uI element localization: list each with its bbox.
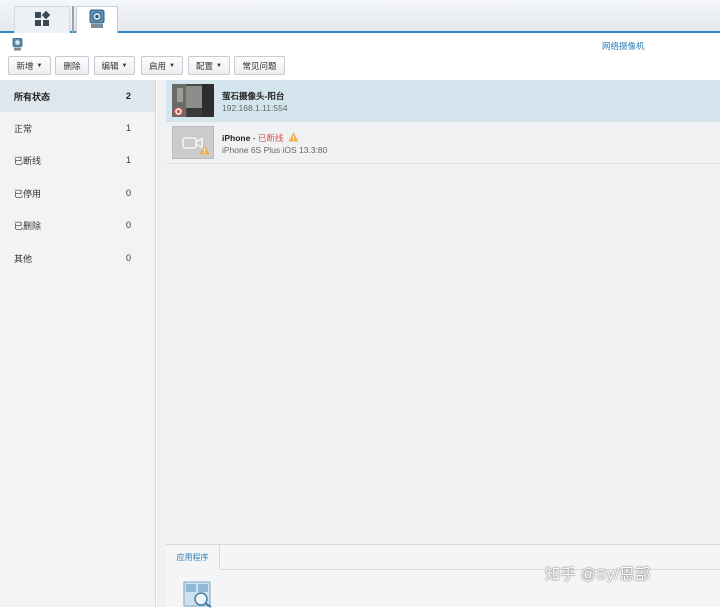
camera-offline-thumbnail: [172, 126, 214, 159]
enable-button-label: 启用: [149, 60, 167, 71]
chevron-down-icon: ▼: [216, 62, 222, 69]
delete-button-label: 删除: [63, 60, 81, 71]
warning-icon: [199, 145, 210, 157]
sidebar-item-count: 1: [126, 155, 132, 165]
edit-button[interactable]: 编辑 ▼: [94, 56, 135, 75]
apps-grid-icon: [34, 10, 51, 29]
sidebar-item-label: 其他: [14, 253, 33, 264]
camera-row[interactable]: iPhone - 已断线 iPhone 6S Plus iOS 13.3:80: [166, 122, 720, 164]
watermark: 知乎 @Sy/恩部: [545, 566, 651, 583]
camera-app-icon: [88, 9, 106, 31]
title-separator: -: [250, 133, 258, 143]
add-button-label: 新增: [16, 60, 34, 71]
chevron-down-icon: ▼: [169, 62, 175, 69]
add-button[interactable]: 新增 ▼: [8, 56, 51, 75]
sidebar-item-label: 已删除: [14, 220, 42, 231]
sidebar-item-label: 已断线: [14, 155, 42, 166]
sidebar-item-normal[interactable]: 正常 1: [0, 112, 155, 144]
camera-name: 萤石摄像头-阳台: [222, 91, 285, 101]
config-button[interactable]: 配置 ▼: [188, 56, 230, 75]
camera-address: 192.168.1.11:554: [222, 103, 288, 113]
camera-row[interactable]: 萤石摄像头-阳台 192.168.1.11:554: [166, 80, 720, 122]
window-titlebar: 网络摄像机: [0, 35, 720, 53]
window-title: 网络摄像机: [602, 41, 645, 51]
sidebar-item-count: 2: [126, 91, 132, 101]
faq-button[interactable]: 常见问题: [234, 56, 285, 75]
sidebar-item-label: 正常: [14, 123, 33, 134]
faq-button-label: 常见问题: [242, 60, 277, 71]
surveillance-small-icon: [12, 38, 23, 53]
camera-title-line: iPhone - 已断线: [222, 132, 299, 144]
warning-icon: [288, 132, 299, 144]
surveillance-app-button[interactable]: [76, 6, 118, 33]
search-app-icon[interactable]: [183, 581, 213, 610]
status-sidebar: 所有状态 2 正常 1 已断线 1 已停用 0 已删除 0 其他 0: [0, 80, 156, 607]
delete-button[interactable]: 删除: [55, 56, 89, 75]
config-button-label: 配置: [196, 60, 214, 71]
taskbar: [0, 0, 720, 33]
taskbar-separator: [72, 6, 74, 33]
tab-applications[interactable]: 应用程序: [166, 545, 220, 569]
camera-address: iPhone 6S Plus iOS 13.3:80: [222, 145, 328, 155]
camera-snapshot-thumbnail: [172, 84, 214, 117]
tab-label: 应用程序: [176, 552, 209, 562]
sidebar-item-disconnected[interactable]: 已断线 1: [0, 144, 155, 176]
camera-list-panel: 萤石摄像头-阳台 192.168.1.11:554 iPhone - 已断线 i…: [157, 80, 720, 610]
toolbar: 新增 ▼ 删除 编辑 ▼ 启用 ▼ 配置 ▼ 常见问题: [0, 53, 720, 80]
main-menu-button[interactable]: [14, 6, 70, 33]
sidebar-item-count: 0: [126, 188, 132, 198]
edit-button-label: 编辑: [101, 60, 119, 71]
sidebar-item-all[interactable]: 所有状态 2: [0, 80, 155, 112]
chevron-down-icon: ▼: [36, 62, 43, 69]
sidebar-item-deleted[interactable]: 已删除 0: [0, 209, 155, 241]
sidebar-item-label: 所有状态: [14, 91, 51, 102]
camera-status: 已断线: [257, 133, 284, 143]
sidebar-item-label: 已停用: [14, 188, 42, 199]
sidebar-item-disabled[interactable]: 已停用 0: [0, 177, 155, 209]
sidebar-item-other[interactable]: 其他 0: [0, 242, 155, 274]
sidebar-item-count: 0: [126, 220, 132, 230]
camera-name: iPhone: [222, 133, 251, 143]
recording-indicator-icon: [174, 107, 183, 118]
enable-button[interactable]: 启用 ▼: [141, 56, 183, 75]
sidebar-item-count: 0: [126, 253, 132, 263]
sidebar-item-count: 1: [126, 123, 132, 133]
chevron-down-icon: ▼: [121, 62, 128, 69]
